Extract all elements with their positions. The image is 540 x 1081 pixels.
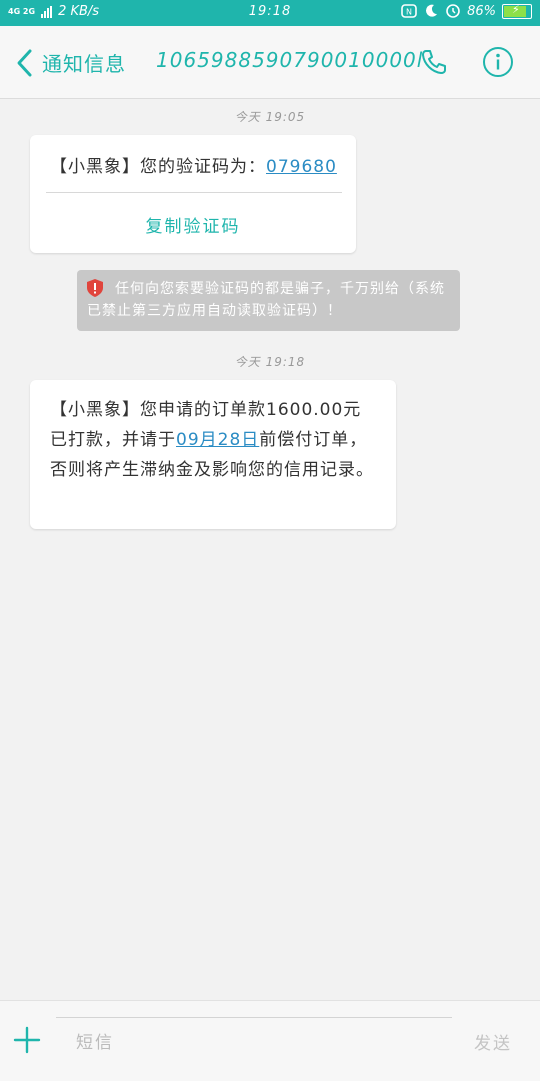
message-timestamp: 今天 19:05 [234, 110, 306, 124]
message-composer: 短信 发送 [0, 1000, 540, 1081]
security-warning: 任何向您索要验证码的都是骗子，千万别给（系统已禁止第三方应用自动读取验证码）！ [77, 270, 460, 331]
date-link[interactable]: 09月28日 [176, 430, 259, 450]
message-bubble-order[interactable]: 【小黑象】您申请的订单款1600.00元已打款，并请于09月28日前偿付订单，否… [30, 380, 396, 529]
copy-code-button[interactable]: 复制验证码 [30, 212, 356, 237]
divider [46, 192, 342, 193]
verification-code-link[interactable]: 079680 [266, 157, 337, 177]
status-right: N 86% ⚡ [401, 3, 532, 19]
alarm-icon [446, 4, 460, 18]
send-button[interactable]: 发送 [474, 1029, 512, 1054]
sms-input[interactable]: 短信 [56, 1017, 452, 1058]
nfc-icon: N [401, 4, 417, 18]
info-icon[interactable] [482, 46, 514, 78]
plus-icon[interactable] [12, 1025, 42, 1055]
conversation-header: 通知信息 1065988590790010000l [0, 26, 540, 99]
sender-number: 1065988590790010000l [156, 48, 424, 72]
battery-icon: ⚡ [502, 3, 532, 19]
battery-percent: 86% [467, 3, 496, 19]
status-bar: 4G 2G 2 KB/s 19:18 N 86% ⚡ [0, 0, 540, 26]
moon-icon [426, 4, 438, 17]
message-text: 【小黑象】您申请的订单款1600.00元已打款，并请于09月28日前偿付订单，否… [50, 395, 378, 485]
message-bubble-verification[interactable]: 【小黑象】您的验证码为：079680 复制验证码 [30, 135, 356, 253]
phone-icon[interactable] [420, 48, 448, 76]
back-arrow-icon[interactable] [14, 48, 38, 78]
sms-input-placeholder: 短信 [76, 1033, 114, 1053]
warning-text: 任何向您索要验证码的都是骗子，千万别给（系统已禁止第三方应用自动读取验证码）！ [87, 281, 445, 319]
message-text: 【小黑象】您的验证码为：079680 [50, 152, 337, 177]
message-text-prefix: 【小黑象】您的验证码为： [50, 157, 266, 177]
svg-text:N: N [406, 8, 412, 17]
conversation-title: 通知信息 [42, 52, 126, 76]
message-timestamp: 今天 19:18 [234, 355, 306, 369]
